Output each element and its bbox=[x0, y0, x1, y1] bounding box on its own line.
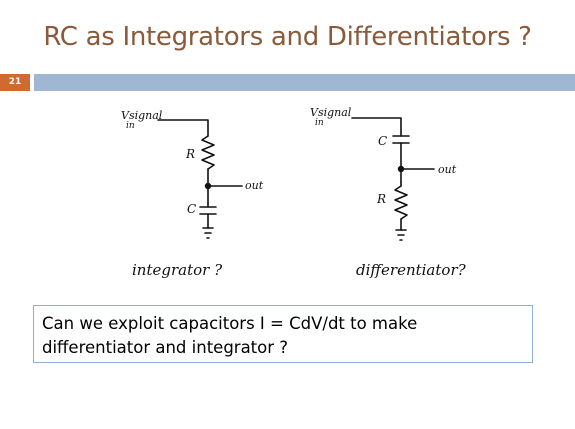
differentiator-capacitor-label: C bbox=[378, 134, 387, 148]
integrator-caption: integrator ? bbox=[132, 261, 223, 279]
differentiator-output-label: out bbox=[438, 163, 457, 176]
differentiator-input-sub: in bbox=[315, 118, 324, 128]
resistor-zigzag bbox=[201, 135, 215, 170]
slide-title: RC as Integrators and Differentiators ? bbox=[43, 22, 532, 52]
differentiator-caption: differentiator? bbox=[356, 261, 467, 279]
integrator-circuit bbox=[157, 119, 243, 239]
differentiator-output-node bbox=[397, 165, 405, 173]
integrator-input-sub: in bbox=[126, 121, 135, 131]
differentiator-resistor-label: R bbox=[376, 192, 386, 206]
header-bar bbox=[34, 74, 575, 91]
rc-circuit-diagram: Vsignal in R C out integrator ? Vsignal … bbox=[121, 106, 467, 279]
resistor-zigzag bbox=[394, 185, 408, 220]
integrator-capacitor-label: C bbox=[187, 202, 196, 216]
question-callout: Can we exploit capacitors I = CdV/dt to … bbox=[33, 305, 533, 363]
integrator-resistor-label: R bbox=[185, 147, 195, 161]
differentiator-circuit bbox=[351, 117, 435, 241]
integrator-output-label: out bbox=[245, 179, 264, 192]
slide-number: 21 bbox=[0, 74, 30, 91]
integrator-output-node bbox=[204, 182, 212, 190]
